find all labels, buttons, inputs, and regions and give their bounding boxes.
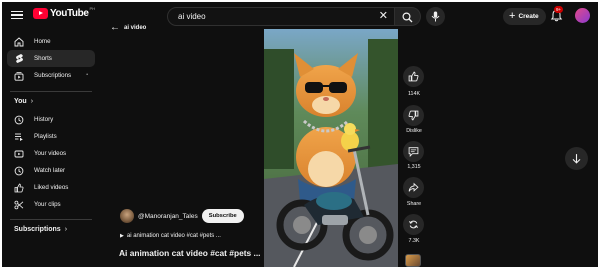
subscriptions-heading-label: Subscriptions bbox=[14, 226, 61, 233]
masthead: YouTube PH ai video ✕ + Create 9+ bbox=[2, 2, 598, 29]
logo-text: YouTube bbox=[50, 8, 89, 19]
sidebar-item-playlists[interactable]: Playlists bbox=[7, 128, 95, 145]
comments-button[interactable] bbox=[403, 141, 424, 162]
voice-search-button[interactable] bbox=[426, 7, 445, 26]
subscriptions-icon bbox=[14, 71, 24, 81]
sidebar-item-your-videos[interactable]: Your videos bbox=[7, 145, 95, 162]
channel-name[interactable]: @Manoranjan_Tales bbox=[138, 213, 198, 220]
back-label: ai video bbox=[124, 24, 147, 31]
liked-videos-icon bbox=[14, 183, 24, 193]
logo-country-code: PH bbox=[89, 6, 96, 11]
video-title[interactable]: Ai animation cat video #cat #pets ... bbox=[119, 248, 261, 258]
youtube-logo[interactable]: YouTube PH bbox=[33, 6, 96, 19]
search-input[interactable]: ai video ✕ bbox=[167, 7, 395, 26]
sidebar-item-label: Playlists bbox=[34, 133, 57, 140]
dislike-label: Dislike bbox=[406, 128, 422, 134]
sidebar-item-label: Watch later bbox=[34, 167, 66, 174]
menu-icon[interactable] bbox=[11, 9, 23, 21]
clips-icon bbox=[14, 200, 24, 210]
search-button[interactable] bbox=[395, 7, 421, 26]
arrow-down-icon bbox=[572, 154, 581, 164]
sidebar-item-label: Your videos bbox=[34, 150, 67, 157]
account-avatar[interactable] bbox=[575, 8, 590, 23]
share-arrow-icon bbox=[408, 182, 419, 192]
sidebar-item-watch-later[interactable]: Watch later bbox=[7, 162, 95, 179]
thumbs-down-icon bbox=[408, 110, 419, 121]
app-window: YouTube PH ai video ✕ + Create 9+ Home S… bbox=[2, 2, 598, 267]
playlists-icon bbox=[14, 132, 24, 142]
new-content-dot: • bbox=[86, 72, 88, 78]
search-query-text: ai video bbox=[178, 12, 206, 21]
chevron-right-icon: › bbox=[64, 226, 68, 233]
shorts-icon bbox=[14, 54, 24, 64]
channel-row: @Manoranjan_Tales Subscribe bbox=[120, 209, 244, 223]
sidebar-item-home[interactable]: Home bbox=[7, 33, 95, 50]
subscriptions-section-heading[interactable]: Subscriptions › bbox=[14, 226, 67, 233]
search-icon bbox=[402, 12, 413, 23]
subscribe-button[interactable]: Subscribe bbox=[201, 209, 244, 223]
you-section-heading[interactable]: You › bbox=[14, 98, 33, 105]
sidebar-divider bbox=[10, 219, 92, 220]
watch-later-icon bbox=[14, 166, 24, 176]
thumbs-up-icon bbox=[408, 71, 419, 82]
channel-avatar[interactable] bbox=[120, 209, 134, 223]
cat-on-motorcycle-video-frame bbox=[264, 29, 398, 267]
sidebar-item-subscriptions[interactable]: Subscriptions • bbox=[7, 67, 95, 84]
sidebar-item-label: Your clips bbox=[34, 201, 61, 208]
comment-icon bbox=[408, 147, 419, 157]
comment-count: 1,315 bbox=[407, 164, 421, 170]
share-button[interactable] bbox=[403, 177, 424, 198]
you-heading-label: You bbox=[14, 98, 27, 105]
youtube-play-logo-icon bbox=[33, 8, 48, 19]
sidebar-item-shorts[interactable]: Shorts bbox=[7, 50, 95, 67]
sidebar-item-label: Shorts bbox=[34, 55, 52, 62]
like-button[interactable] bbox=[403, 66, 424, 87]
home-icon bbox=[14, 36, 24, 47]
sidebar-item-label: History bbox=[34, 116, 54, 123]
microphone-icon bbox=[431, 11, 440, 22]
description-text: ai animation cat video #cat #pets ... bbox=[126, 233, 221, 239]
share-label: Share bbox=[406, 201, 422, 207]
plus-icon: + bbox=[509, 10, 516, 22]
sound-source-thumbnail[interactable] bbox=[405, 254, 421, 267]
create-button[interactable]: + Create bbox=[503, 8, 546, 25]
sidebar-item-history[interactable]: History bbox=[7, 111, 95, 128]
back-to-search[interactable]: ← ai video bbox=[110, 22, 146, 33]
remix-button[interactable] bbox=[403, 214, 424, 235]
chevron-right-icon: › bbox=[30, 98, 34, 105]
history-icon bbox=[14, 115, 24, 125]
back-arrow-icon: ← bbox=[110, 22, 120, 33]
play-icon: ▶ bbox=[120, 233, 124, 239]
dislike-button[interactable] bbox=[403, 105, 424, 126]
clear-search-icon[interactable]: ✕ bbox=[379, 10, 388, 23]
sidebar-divider bbox=[10, 91, 92, 92]
sidebar-item-label: Subscriptions bbox=[34, 72, 72, 79]
like-count: 114K bbox=[408, 91, 420, 97]
sidebar-item-label: Liked videos bbox=[34, 184, 69, 191]
video-description[interactable]: ▶ ai animation cat video #cat #pets ... bbox=[120, 233, 221, 239]
sidebar-item-label: Home bbox=[34, 38, 51, 45]
remix-count: 7.3K bbox=[408, 238, 420, 244]
your-videos-icon bbox=[14, 149, 24, 159]
sidebar-item-your-clips[interactable]: Your clips bbox=[7, 196, 95, 213]
sidebar-item-liked-videos[interactable]: Liked videos bbox=[7, 179, 95, 196]
next-video-button[interactable] bbox=[565, 147, 588, 170]
notification-count-badge: 9+ bbox=[554, 6, 564, 13]
create-label: Create bbox=[518, 13, 539, 20]
sidebar: Home Shorts Subscriptions • You › Histor… bbox=[2, 29, 98, 267]
remix-icon bbox=[409, 220, 418, 229]
shorts-video-player[interactable] bbox=[264, 29, 398, 267]
